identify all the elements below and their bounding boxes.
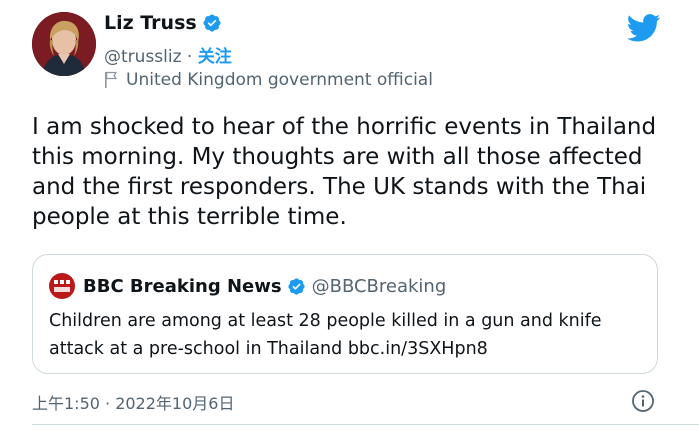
verified-badge-icon (287, 277, 305, 295)
author-handle-row: @trussliz · 关注 (104, 42, 232, 67)
tweet-timestamp[interactable]: 上午1:50 · 2022年10月6日 (32, 390, 234, 414)
quoted-author-handle[interactable]: @BBCBreaking (312, 276, 447, 297)
twitter-bird-icon[interactable] (627, 14, 661, 42)
author-name-row: Liz Truss (104, 12, 222, 34)
avatar[interactable] (32, 12, 96, 76)
government-label: United Kingdom government official (126, 70, 433, 90)
flag-icon (105, 71, 118, 88)
info-icon[interactable] (631, 389, 655, 413)
tweet-text: I am shocked to hear of the horrific eve… (32, 114, 657, 230)
author-handle[interactable]: @trussliz (104, 47, 182, 67)
quoted-tweet[interactable]: BBC Breaking News @BBCBreaking Children … (32, 254, 658, 374)
government-label-row[interactable]: United Kingdom government official (104, 70, 433, 90)
follow-button[interactable]: 关注 (198, 47, 232, 67)
avatar-image (32, 12, 96, 76)
handle-separator: · (181, 47, 198, 67)
quoted-tweet-text: Children are among at least 28 people ki… (49, 311, 602, 359)
author-name[interactable]: Liz Truss (104, 12, 197, 34)
quoted-author-name[interactable]: BBC Breaking News (83, 276, 282, 297)
divider (32, 424, 699, 425)
bbc-news-logo-icon[interactable] (49, 273, 75, 299)
verified-badge-icon (203, 14, 221, 32)
quoted-tweet-header: BBC Breaking News @BBCBreaking (49, 273, 446, 299)
